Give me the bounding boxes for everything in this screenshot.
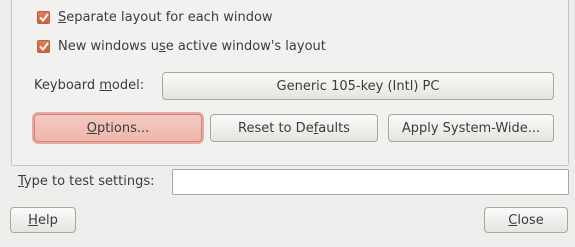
separate-layout-checkbox-row[interactable]: Separate layout for each window	[37, 8, 273, 26]
type-to-test-label: Type to test settings:	[18, 174, 155, 189]
keyboard-model-label: Keyboard model:	[34, 78, 145, 93]
checkmark-icon	[38, 41, 49, 51]
type-to-test-input[interactable]	[172, 169, 569, 195]
close-button[interactable]: Close	[484, 207, 568, 233]
help-button[interactable]: Help	[10, 207, 76, 233]
options-label: Options...	[86, 120, 150, 136]
active-window-layout-checkbox-row[interactable]: New windows use active window's layout	[37, 37, 326, 55]
apply-system-wide-button[interactable]: Apply System-Wide...	[388, 114, 554, 142]
close-label: Close	[508, 212, 544, 228]
separate-layout-checkbox[interactable]	[37, 10, 50, 24]
apply-system-wide-label: Apply System-Wide...	[401, 120, 541, 136]
active-window-layout-label: New windows use active window's layout	[58, 38, 326, 54]
reset-to-defaults-label: Reset to Defaults	[238, 120, 350, 136]
reset-to-defaults-button[interactable]: Reset to Defaults	[210, 114, 378, 142]
active-window-layout-checkbox[interactable]	[37, 39, 50, 53]
help-label: Help	[28, 212, 58, 228]
keyboard-model-button[interactable]: Generic 105-key (Intl) PC	[162, 72, 554, 100]
keyboard-model-value: Generic 105-key (Intl) PC	[276, 78, 440, 94]
separate-layout-label: Separate layout for each window	[58, 9, 273, 25]
layouts-panel: Separate layout for each window New wind…	[11, 0, 569, 166]
options-button[interactable]: Options...	[34, 114, 202, 142]
checkmark-icon	[38, 12, 49, 22]
